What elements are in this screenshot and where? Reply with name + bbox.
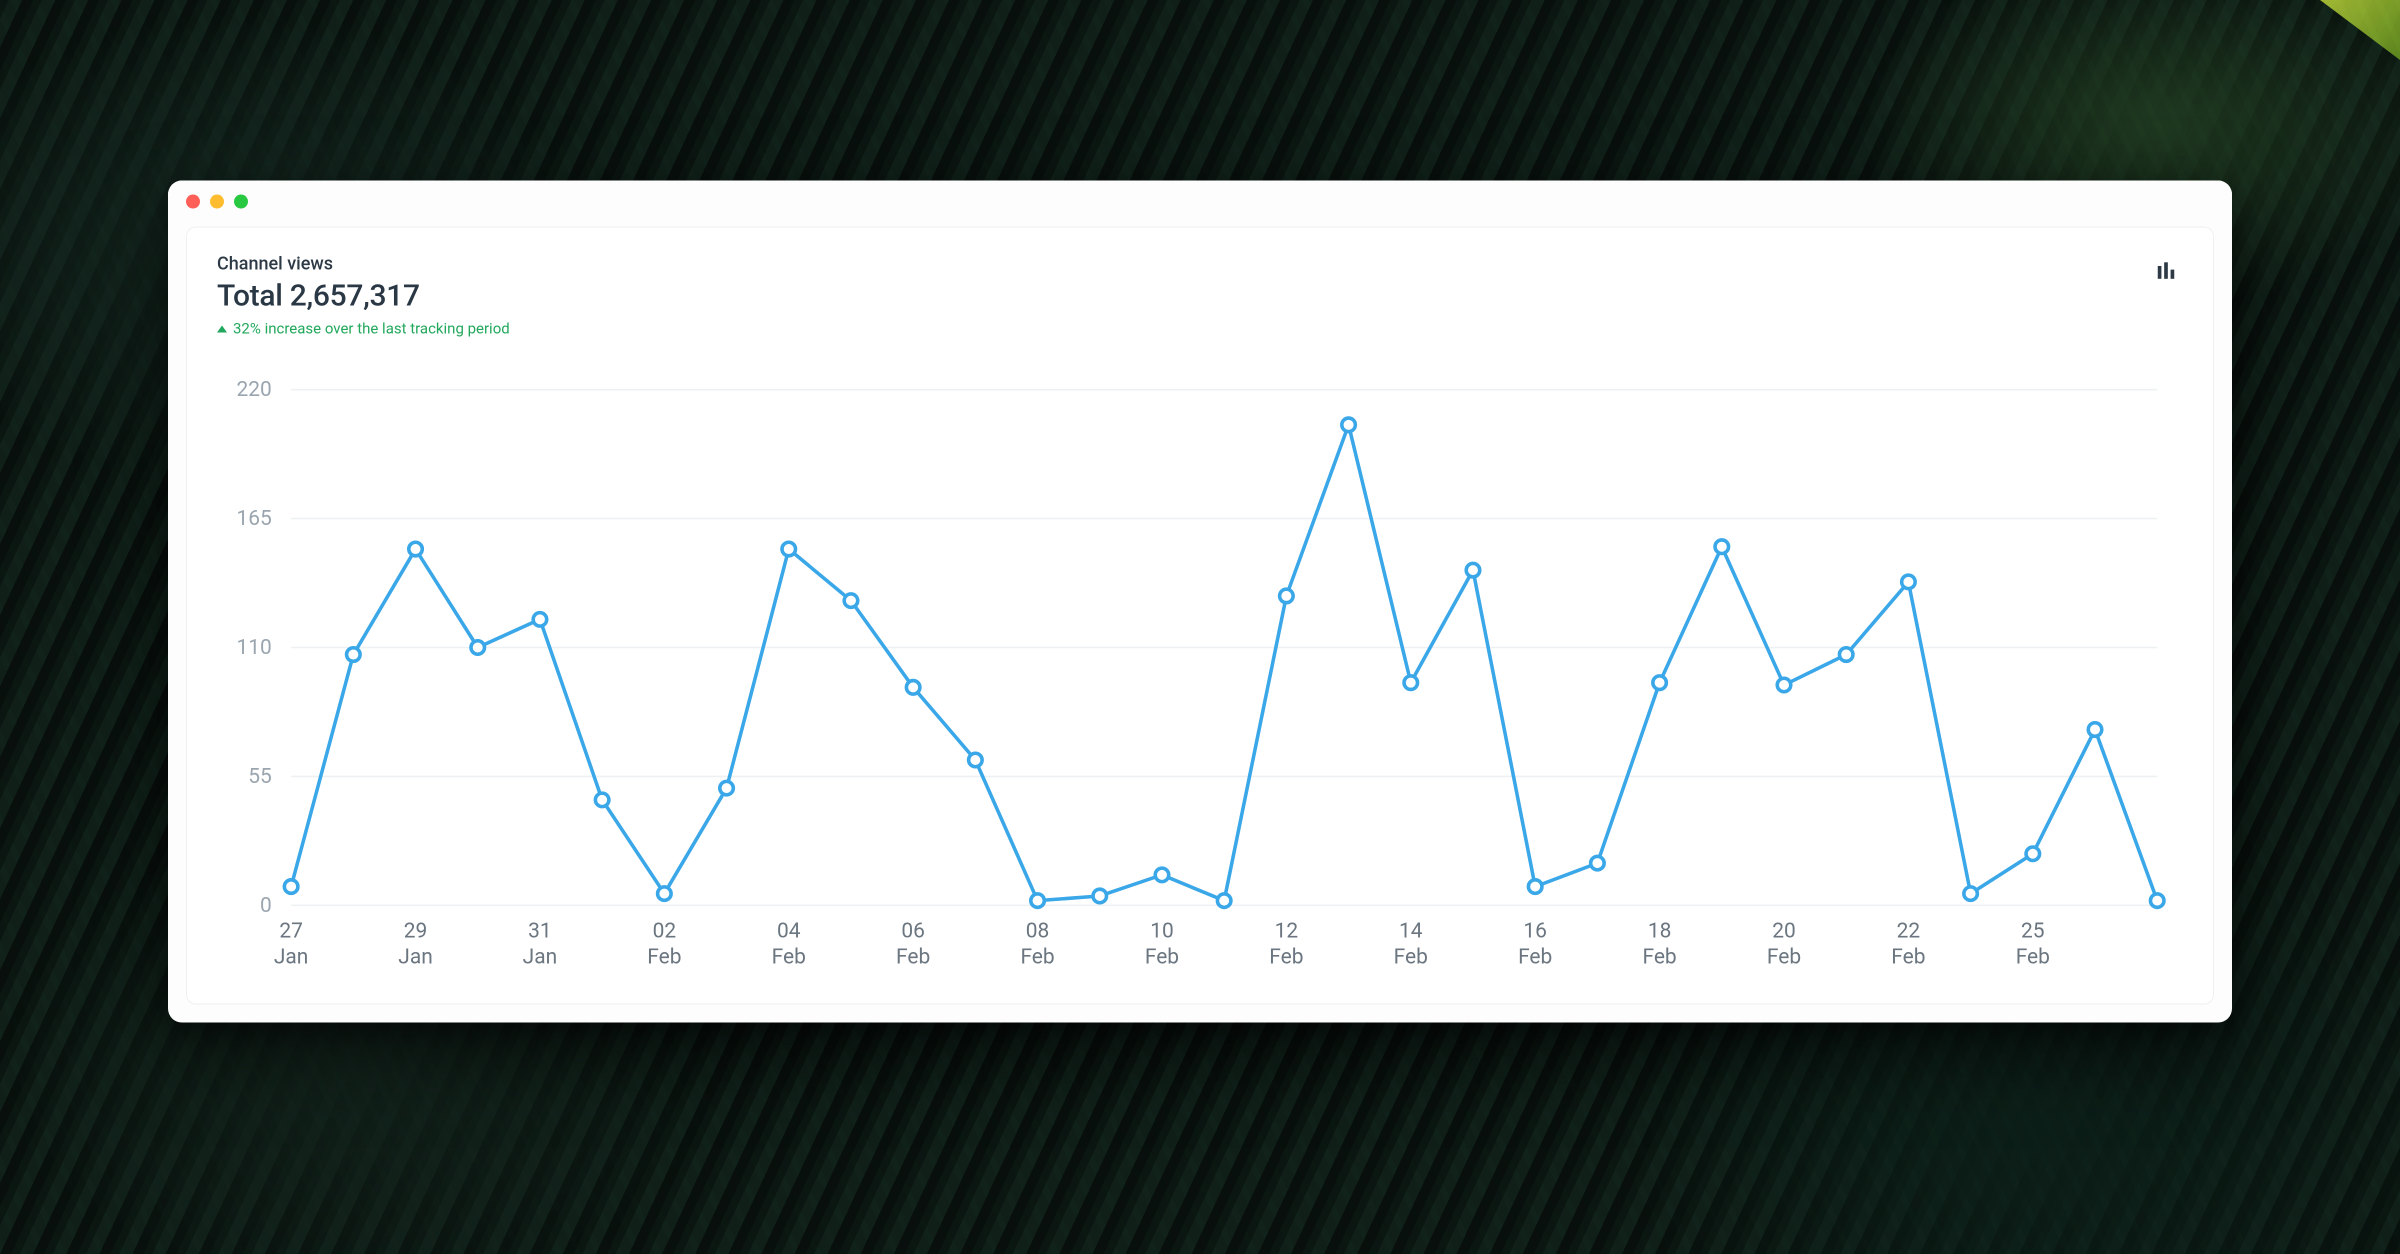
chart-type-button[interactable] [2149,254,2183,288]
data-point[interactable] [1031,894,1045,908]
data-point[interactable] [1777,678,1791,692]
x-axis-label: 04Feb [772,920,806,970]
data-point[interactable] [658,887,672,901]
window-controls [186,195,248,209]
card-header: Channel views Total 2,657,317 32% increa… [217,254,2183,338]
data-point[interactable] [1093,889,1107,903]
bar-chart-icon [2155,260,2177,282]
data-point[interactable] [782,542,796,556]
data-point[interactable] [844,594,858,608]
x-axis-label: 31Jan [523,920,558,970]
x-axis-label: 16Feb [1518,920,1552,970]
data-point[interactable] [1528,880,1542,894]
y-axis-label: 0 [260,894,272,918]
app-window: Channel views Total 2,657,317 32% increa… [168,181,2232,1023]
data-point[interactable] [1839,648,1853,662]
leaf-accent [2320,0,2400,60]
x-axis-label: 22Feb [1891,920,1925,970]
data-point[interactable] [1217,894,1231,908]
data-point[interactable] [2150,894,2164,908]
data-point[interactable] [1902,575,1916,589]
x-axis-label: 18Feb [1642,920,1676,970]
x-axis-label: 06Feb [896,920,930,970]
x-axis-label: 20Feb [1767,920,1801,970]
x-axis-label: 25Feb [2016,920,2050,970]
data-point[interactable] [720,781,734,795]
window-minimize-button[interactable] [210,195,224,209]
x-axis-label: 12Feb [1269,920,1303,970]
window-zoom-button[interactable] [234,195,248,209]
data-point[interactable] [906,681,920,695]
data-point[interactable] [471,641,485,655]
data-point[interactable] [595,793,609,807]
data-point[interactable] [2088,723,2102,737]
data-point[interactable] [1715,540,1729,554]
data-point[interactable] [1404,676,1418,690]
data-point[interactable] [1653,676,1667,690]
trend-text: 32% increase over the last tracking peri… [233,320,510,338]
data-point[interactable] [284,880,298,894]
data-point[interactable] [533,613,547,627]
card-titles: Channel views Total 2,657,317 32% increa… [217,254,510,338]
data-point[interactable] [1591,856,1605,870]
x-axis-label: 10Feb [1145,920,1179,970]
y-axis-label: 165 [236,507,271,531]
y-axis-label: 220 [236,378,271,402]
chart-container: 0 55 110 165 220 27Jan 29Jan 31Jan 02Feb 04Feb 06F… [217,374,2183,986]
series-line [291,425,2157,901]
x-axis-label: 14Feb [1394,920,1428,970]
data-point[interactable] [2026,847,2040,861]
trend-indicator: 32% increase over the last tracking peri… [217,320,510,338]
data-point[interactable] [1342,418,1356,432]
line-chart: 0 55 110 165 220 27Jan 29Jan 31Jan 02Feb 04Feb 06F… [217,374,2183,986]
data-point[interactable] [969,753,983,767]
window-close-button[interactable] [186,195,200,209]
x-axis-label: 08Feb [1020,920,1054,970]
caret-up-icon [217,325,227,332]
card-total: Total 2,657,317 [217,279,510,314]
x-axis-label: 02Feb [647,920,681,970]
data-point[interactable] [1466,563,1480,577]
analytics-card: Channel views Total 2,657,317 32% increa… [186,227,2214,1005]
data-point[interactable] [1155,868,1169,882]
card-subtitle: Channel views [217,254,510,275]
data-point[interactable] [1280,589,1294,603]
x-axis-label: 27Jan [274,920,309,970]
data-point[interactable] [409,542,423,556]
window-titlebar [168,181,2232,223]
x-axis-label: 29Jan [398,920,433,970]
y-axis-label: 110 [236,636,271,660]
data-point[interactable] [347,648,361,662]
data-point[interactable] [1964,887,1978,901]
y-axis-label: 55 [248,765,272,789]
